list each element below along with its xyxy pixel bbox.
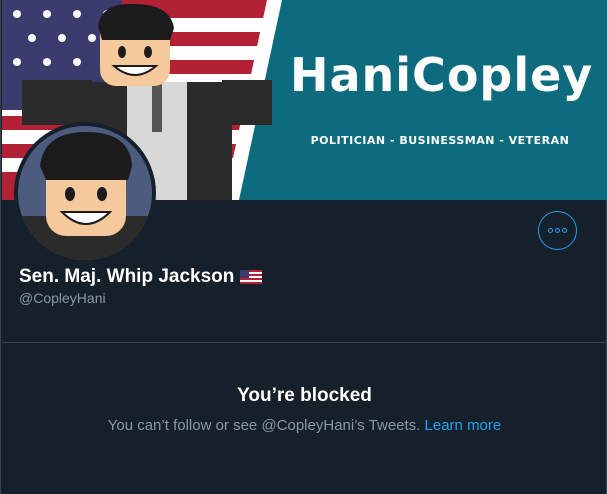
avatar[interactable]	[14, 122, 156, 264]
banner-subtitle: POLITICIAN - BUSINESSMAN - VETERAN	[310, 134, 570, 147]
profile-handle: @CopleyHani	[19, 290, 106, 306]
blocked-message: You can’t follow or see @CopleyHani’s Tw…	[1, 417, 607, 434]
more-options-icon	[547, 228, 568, 233]
blocked-title: You’re blocked	[237, 385, 372, 406]
profile-page: HaniCopley POLITICIAN - BUSINESSMAN - VE…	[0, 0, 607, 494]
blocked-message-text: You can’t follow or see @CopleyHani’s Tw…	[107, 417, 425, 434]
avatar-image	[18, 126, 152, 260]
learn-more-link[interactable]: Learn more	[425, 417, 502, 434]
profile-name-row: Sen. Maj. Whip Jackson	[19, 266, 263, 288]
divider	[2, 342, 607, 343]
banner-title: HaniCopley	[290, 48, 594, 102]
display-name: Sen. Maj. Whip Jackson	[19, 266, 235, 287]
us-flag-icon	[240, 270, 263, 284]
more-options-button[interactable]	[538, 211, 577, 250]
